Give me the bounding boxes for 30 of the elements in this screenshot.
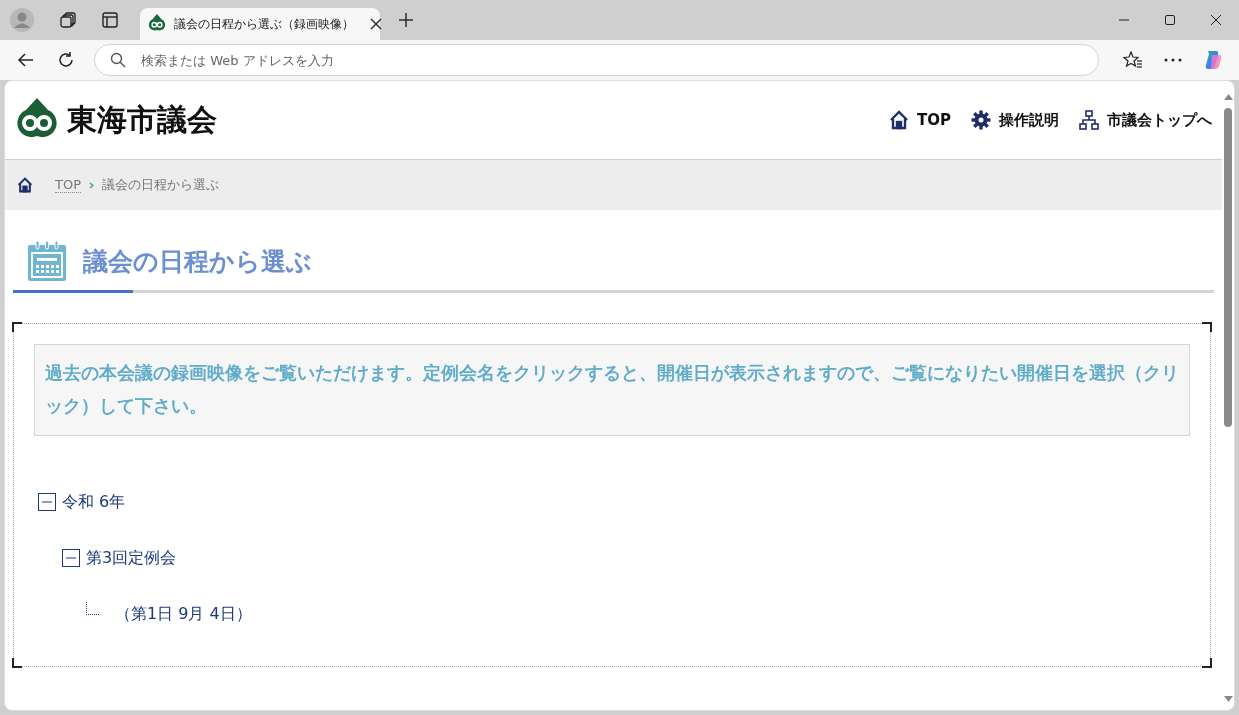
close-tab-icon[interactable] bbox=[370, 18, 382, 30]
breadcrumb-current: 議会の日程から選ぶ bbox=[102, 176, 219, 194]
chevron-icon bbox=[89, 181, 94, 189]
tree-connector bbox=[86, 601, 99, 615]
breadcrumb-link[interactable]: TOP bbox=[55, 177, 81, 193]
search-icon bbox=[110, 52, 126, 68]
corner-mark bbox=[1202, 322, 1212, 332]
collapse-toggle[interactable] bbox=[62, 549, 80, 567]
tree-item-link[interactable]: 令和 6年 bbox=[62, 491, 126, 513]
nav-link[interactable]: 操作説明 bbox=[971, 110, 1059, 130]
settings-icon bbox=[971, 110, 991, 130]
notice-text: 過去の本会議の録画映像をご覧いただけます。定例会名をクリックすると、開催日が表示されますので、ご覧になりたい開催日を選択（クリック）して下さい。 bbox=[34, 344, 1190, 436]
nav-link[interactable]: TOP bbox=[889, 110, 951, 130]
home-icon bbox=[17, 177, 33, 193]
collapse-toggle[interactable] bbox=[38, 493, 56, 511]
corner-mark bbox=[12, 322, 22, 332]
corner-mark bbox=[1202, 658, 1212, 668]
sitemap-icon bbox=[1079, 110, 1099, 130]
tree-item-link[interactable]: 第3回定例会 bbox=[86, 547, 177, 569]
home-icon bbox=[889, 110, 909, 130]
tree-item-link[interactable]: （第1日 9月 4日） bbox=[115, 603, 252, 625]
scrollbar-thumb[interactable] bbox=[1224, 108, 1232, 427]
tab-title: 議会の日程から選ぶ（録画映像） bbox=[174, 15, 354, 33]
corner-mark bbox=[12, 658, 22, 668]
nav-link[interactable]: 市議会トップへ bbox=[1079, 110, 1212, 130]
calendar-icon bbox=[27, 240, 67, 282]
browser-tab[interactable]: 議会の日程から選ぶ（録画映像） bbox=[140, 8, 380, 40]
site-title[interactable]: 東海市議会 bbox=[67, 99, 217, 141]
address-bar[interactable]: 検索または Web アドレスを入力 bbox=[94, 44, 1099, 76]
page-title: 議会の日程から選ぶ bbox=[83, 245, 312, 278]
